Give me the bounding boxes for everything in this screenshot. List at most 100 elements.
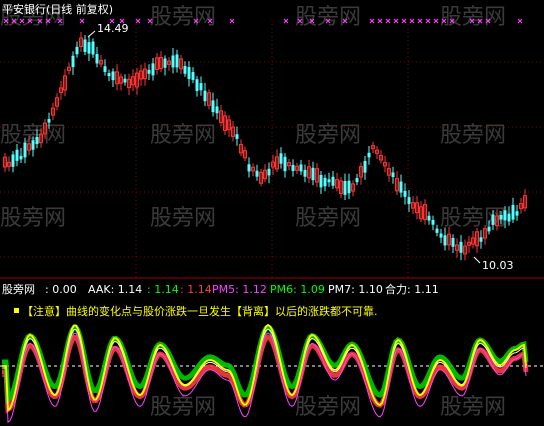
candle-body xyxy=(491,214,495,225)
watermark-text: 股旁网 xyxy=(150,395,216,420)
indicator-green-value: : 1.14 xyxy=(147,283,179,296)
candle-body xyxy=(435,228,439,233)
marker xyxy=(417,18,423,24)
candle-body xyxy=(323,177,327,187)
stock-chart: 股旁网 股旁网 股旁网 股旁网股旁网 股旁网 股旁网 股旁网股旁网 股旁网 股旁网 股旁网股旁网股… xyxy=(0,2,544,424)
candle-body xyxy=(499,215,503,220)
candle-body xyxy=(107,73,111,77)
candle-body xyxy=(311,167,315,181)
candle-body xyxy=(187,67,191,79)
low-annotation-pointer xyxy=(473,256,481,264)
candle-body xyxy=(427,215,431,221)
candle-body xyxy=(175,54,179,68)
candle-body xyxy=(15,149,19,161)
watermark-text: 股旁网 xyxy=(150,206,216,231)
indicator-pm7: PM7: 1.10 xyxy=(328,283,383,296)
candle-body xyxy=(195,79,199,91)
candle-body xyxy=(303,169,307,177)
candle-body xyxy=(91,41,95,55)
candle-body xyxy=(431,219,435,225)
candle-body xyxy=(75,46,79,55)
candle-body xyxy=(331,176,335,186)
candle-body xyxy=(47,119,51,123)
indicator-pm5: PM5: 1.12 xyxy=(212,283,267,296)
watermark-text: 股旁网 xyxy=(295,395,361,420)
marker xyxy=(377,18,383,24)
marker xyxy=(409,18,415,24)
candle-body xyxy=(267,168,271,176)
candle-body xyxy=(443,235,447,246)
high-annotation-pointer xyxy=(87,30,96,38)
candle-body xyxy=(171,55,175,68)
candle-body xyxy=(511,204,515,220)
candle-body xyxy=(83,39,87,52)
candle-body xyxy=(255,170,259,177)
candle-body xyxy=(235,134,239,139)
candle-body xyxy=(31,140,35,150)
marker xyxy=(433,18,439,24)
candle-body xyxy=(23,142,27,158)
candle-body xyxy=(71,55,75,68)
candle-body xyxy=(503,210,507,221)
watermark-text: 股旁网 xyxy=(440,395,506,420)
candle-body xyxy=(403,190,407,197)
marker xyxy=(401,18,407,24)
candle-body xyxy=(363,160,367,173)
candle-body xyxy=(355,178,359,183)
main-panel-grid xyxy=(0,20,544,278)
candle-body xyxy=(507,213,511,222)
indicator-aak: AAK: 1.14 xyxy=(88,283,142,296)
marker xyxy=(369,18,375,24)
watermark-text: 股旁网 xyxy=(150,123,216,148)
marker xyxy=(135,18,141,24)
candle-body xyxy=(163,58,167,68)
candle-body xyxy=(367,152,371,158)
marker xyxy=(517,18,523,24)
candle-body xyxy=(87,42,91,54)
watermark-text: 股旁网 xyxy=(295,206,361,231)
low-annotation-label: 10.03 xyxy=(482,259,514,272)
candle-body xyxy=(479,237,483,242)
marker xyxy=(393,18,399,24)
candle-body xyxy=(283,156,287,172)
candle-body xyxy=(199,83,203,91)
candle-body xyxy=(319,174,323,188)
watermark-text: 股旁网 xyxy=(295,5,361,30)
indicator-pm6: PM6: 1.09 xyxy=(270,283,325,296)
candle-body xyxy=(11,154,15,167)
indicator-header: 股旁网 : 0.00 AAK: 1.14 : 1.14 : 1.14 PM5: … xyxy=(2,282,439,296)
marker xyxy=(79,18,85,24)
candle-body xyxy=(35,136,39,145)
candle-body xyxy=(147,69,151,74)
candle-body xyxy=(203,90,207,102)
candle-body xyxy=(151,63,155,76)
high-annotation-label: 14.49 xyxy=(97,22,129,35)
watermark-text: 股旁网 xyxy=(440,5,506,30)
watermark-text: 股旁网 xyxy=(440,123,506,148)
candle-body xyxy=(215,106,219,114)
chart-title: 平安银行(日线 前复权) xyxy=(2,2,113,16)
candle-body xyxy=(279,153,283,164)
candle-body xyxy=(103,66,107,72)
watermark-text: 股旁网 xyxy=(0,206,66,231)
candle-body xyxy=(211,100,215,113)
candle-body xyxy=(399,181,403,193)
candle-body xyxy=(111,71,115,81)
candle-body xyxy=(391,172,395,178)
watermark-text: 股旁网 xyxy=(295,123,361,148)
candle-body xyxy=(459,241,463,253)
candle-body xyxy=(451,238,455,247)
indicator-name: 股旁网 xyxy=(2,282,35,296)
candle-body xyxy=(247,164,251,172)
candle-body xyxy=(299,164,303,172)
marker xyxy=(229,18,235,24)
note-bullet xyxy=(14,308,19,313)
watermark-text: 股旁网 xyxy=(440,206,506,231)
candle-body xyxy=(327,179,331,183)
candle-body xyxy=(407,197,411,204)
marker xyxy=(283,18,289,24)
candle-body xyxy=(191,72,195,80)
candle-body xyxy=(343,181,347,195)
candle-body xyxy=(439,233,443,238)
candle-body xyxy=(487,226,491,232)
